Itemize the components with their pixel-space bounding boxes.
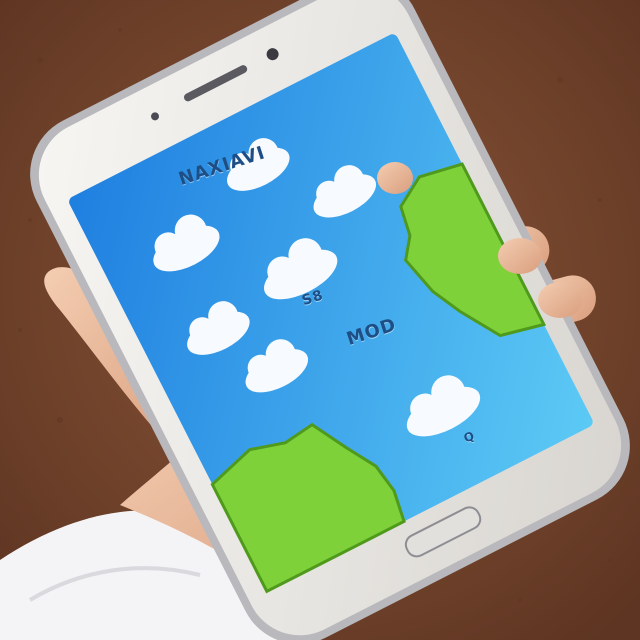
photo-scene (0, 0, 640, 640)
